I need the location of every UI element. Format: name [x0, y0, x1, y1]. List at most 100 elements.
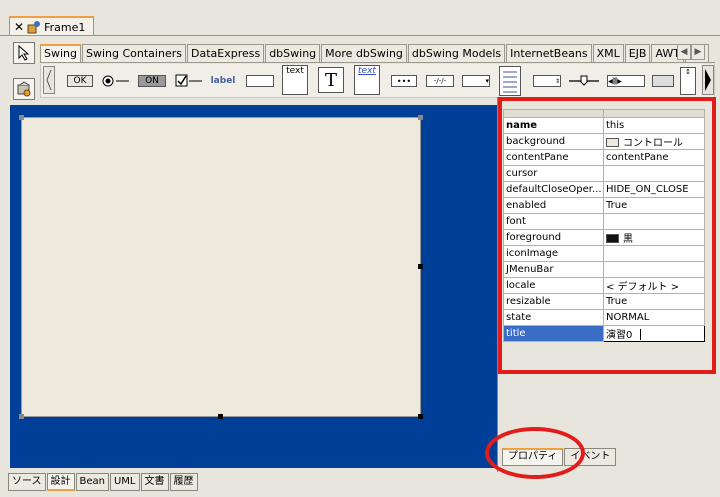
palette-divider [40, 62, 715, 63]
tab-events[interactable]: イベント [564, 448, 617, 466]
palette-scroll: ◀ ▶ [677, 44, 705, 60]
view-tab-source[interactable]: ソース [8, 473, 46, 491]
file-tab-frame1[interactable]: ✕ Frame1 [9, 16, 94, 36]
jtextfield-component[interactable] [246, 75, 274, 87]
jeditorpane-component[interactable]: T [318, 67, 344, 93]
property-row-background[interactable]: background コントロール [503, 133, 705, 150]
view-tab-uml[interactable]: UML [109, 473, 140, 491]
jlabel-component[interactable]: label [209, 73, 237, 89]
jprogressbar-component[interactable] [652, 75, 674, 87]
property-value-text: コントロール [623, 138, 683, 149]
property-row-cursor[interactable]: cursor [503, 165, 705, 182]
jscrollpane-component[interactable]: ↕ [680, 67, 696, 95]
jcombobox-component[interactable]: ▾ [462, 75, 490, 87]
resize-handle-s[interactable] [218, 414, 223, 419]
property-value[interactable]: コントロール [603, 133, 705, 150]
palette-scroll-right-icon[interactable] [702, 65, 714, 95]
jradiobutton-component[interactable] [101, 73, 131, 89]
palette-tab-dataexpress[interactable]: DataExpress [186, 44, 265, 62]
jtextarea-component[interactable]: text [282, 65, 308, 95]
property-value-text: True [606, 296, 628, 307]
property-row-title[interactable]: title 演習0 [503, 325, 705, 342]
palette-tab-dbswing-models[interactable]: dbSwing Models [407, 44, 506, 62]
design-canvas[interactable] [10, 105, 497, 468]
header-cell-value [603, 109, 705, 118]
property-row-defaultcloseoper[interactable]: defaultCloseOper... HIDE_ON_CLOSE [503, 181, 705, 198]
palette-tabs: Swing Swing Containers DataExpress dbSwing M… [40, 44, 710, 62]
jcheckbox-component[interactable] [175, 73, 203, 89]
jtogglebutton-component[interactable]: ON [138, 75, 166, 87]
text-cursor [640, 329, 642, 340]
frame-preview[interactable] [21, 117, 421, 417]
view-tab-bean[interactable]: Bean [75, 473, 109, 491]
resize-handle-e[interactable] [418, 264, 423, 269]
jpasswordfield-component[interactable]: ••• [391, 75, 417, 87]
property-value[interactable] [603, 245, 705, 262]
palette-tab-ejb[interactable]: EJB [624, 44, 651, 62]
property-key: JMenuBar [503, 261, 604, 278]
property-value[interactable]: < デフォルト > [603, 277, 705, 294]
property-key: title [503, 325, 604, 342]
property-key: contentPane [503, 149, 604, 166]
property-row-iconimage[interactable]: iconImage [503, 245, 705, 262]
property-value-text: 黒 [623, 234, 633, 245]
jslider-component[interactable] [568, 73, 600, 89]
jlist-component[interactable] [499, 66, 521, 96]
close-icon[interactable]: ✕ [14, 20, 24, 34]
resize-handle-nw[interactable] [19, 115, 24, 120]
file-tab-strip: ✕ Frame1 [0, 0, 720, 36]
property-value[interactable]: NORMAL [603, 309, 705, 326]
jtextpane-component[interactable]: text [354, 65, 380, 95]
resize-handle-se[interactable] [418, 414, 423, 419]
jscrollbar-component[interactable]: ◀▒▶ [607, 75, 645, 87]
property-value[interactable]: True [603, 293, 705, 310]
property-row-foreground[interactable]: foreground 黒 [503, 229, 705, 246]
palette-tab-xml[interactable]: XML [592, 44, 624, 62]
property-row-locale[interactable]: locale < デフォルト > [503, 277, 705, 294]
property-key: font [503, 213, 604, 230]
palette-tab-internetbeans[interactable]: InternetBeans [506, 44, 592, 62]
jformattedtextfield-component[interactable]: -/-/- [426, 75, 454, 87]
property-row-state[interactable]: state NORMAL [503, 309, 705, 326]
property-value-text: contentPane [606, 152, 669, 163]
palette-tab-swing[interactable]: Swing [40, 44, 81, 62]
palette-tab-more-dbswing[interactable]: More dbSwing [321, 44, 407, 62]
property-value-text: HIDE_ON_CLOSE [606, 184, 689, 195]
jbutton-component[interactable]: OK [67, 75, 93, 87]
property-value[interactable] [603, 261, 705, 278]
property-key: cursor [503, 165, 604, 182]
palette-tab-swing-containers[interactable]: Swing Containers [82, 44, 186, 62]
property-value[interactable]: this [603, 117, 705, 134]
selection-tool-button[interactable] [13, 42, 35, 64]
scroll-right-icon[interactable]: ▶ [691, 44, 705, 60]
property-key: enabled [503, 197, 604, 214]
property-row-name[interactable]: name this [503, 117, 705, 134]
palette-tab-dbswing[interactable]: dbSwing [265, 44, 321, 62]
tab-properties[interactable]: プロパティ [502, 448, 564, 466]
palette-scroll-left-icon[interactable] [43, 66, 55, 94]
jspinner-component[interactable]: ⇕ [533, 75, 561, 87]
property-row-contentpane[interactable]: contentPane contentPane [503, 149, 705, 166]
property-value[interactable]: contentPane [603, 149, 705, 166]
view-tab-doc[interactable]: 文書 [140, 473, 169, 491]
property-row-enabled[interactable]: enabled True [503, 197, 705, 214]
resize-handle-sw[interactable] [19, 414, 24, 419]
property-row-jmenubar[interactable]: JMenuBar [503, 261, 705, 278]
property-value[interactable] [603, 165, 705, 182]
property-value-text: True [606, 200, 628, 211]
property-key: foreground [503, 229, 604, 246]
property-row-resizable[interactable]: resizable True [503, 293, 705, 310]
view-tab-history[interactable]: 履歴 [169, 473, 198, 491]
property-table: name this background コントロール contentPane conte… [503, 109, 705, 342]
scroll-left-icon[interactable]: ◀ [677, 44, 691, 60]
property-value[interactable]: HIDE_ON_CLOSE [603, 181, 705, 198]
property-value[interactable] [603, 213, 705, 230]
property-row-font[interactable]: font [503, 213, 705, 230]
property-value[interactable]: 黒 [603, 229, 705, 246]
property-value[interactable]: 演習0 [603, 325, 705, 342]
resize-handle-ne[interactable] [418, 115, 423, 120]
bean-chooser-button[interactable] [13, 78, 35, 100]
property-value[interactable]: True [603, 197, 705, 214]
view-tab-design[interactable]: 設計 [46, 473, 75, 491]
color-swatch [606, 138, 619, 147]
